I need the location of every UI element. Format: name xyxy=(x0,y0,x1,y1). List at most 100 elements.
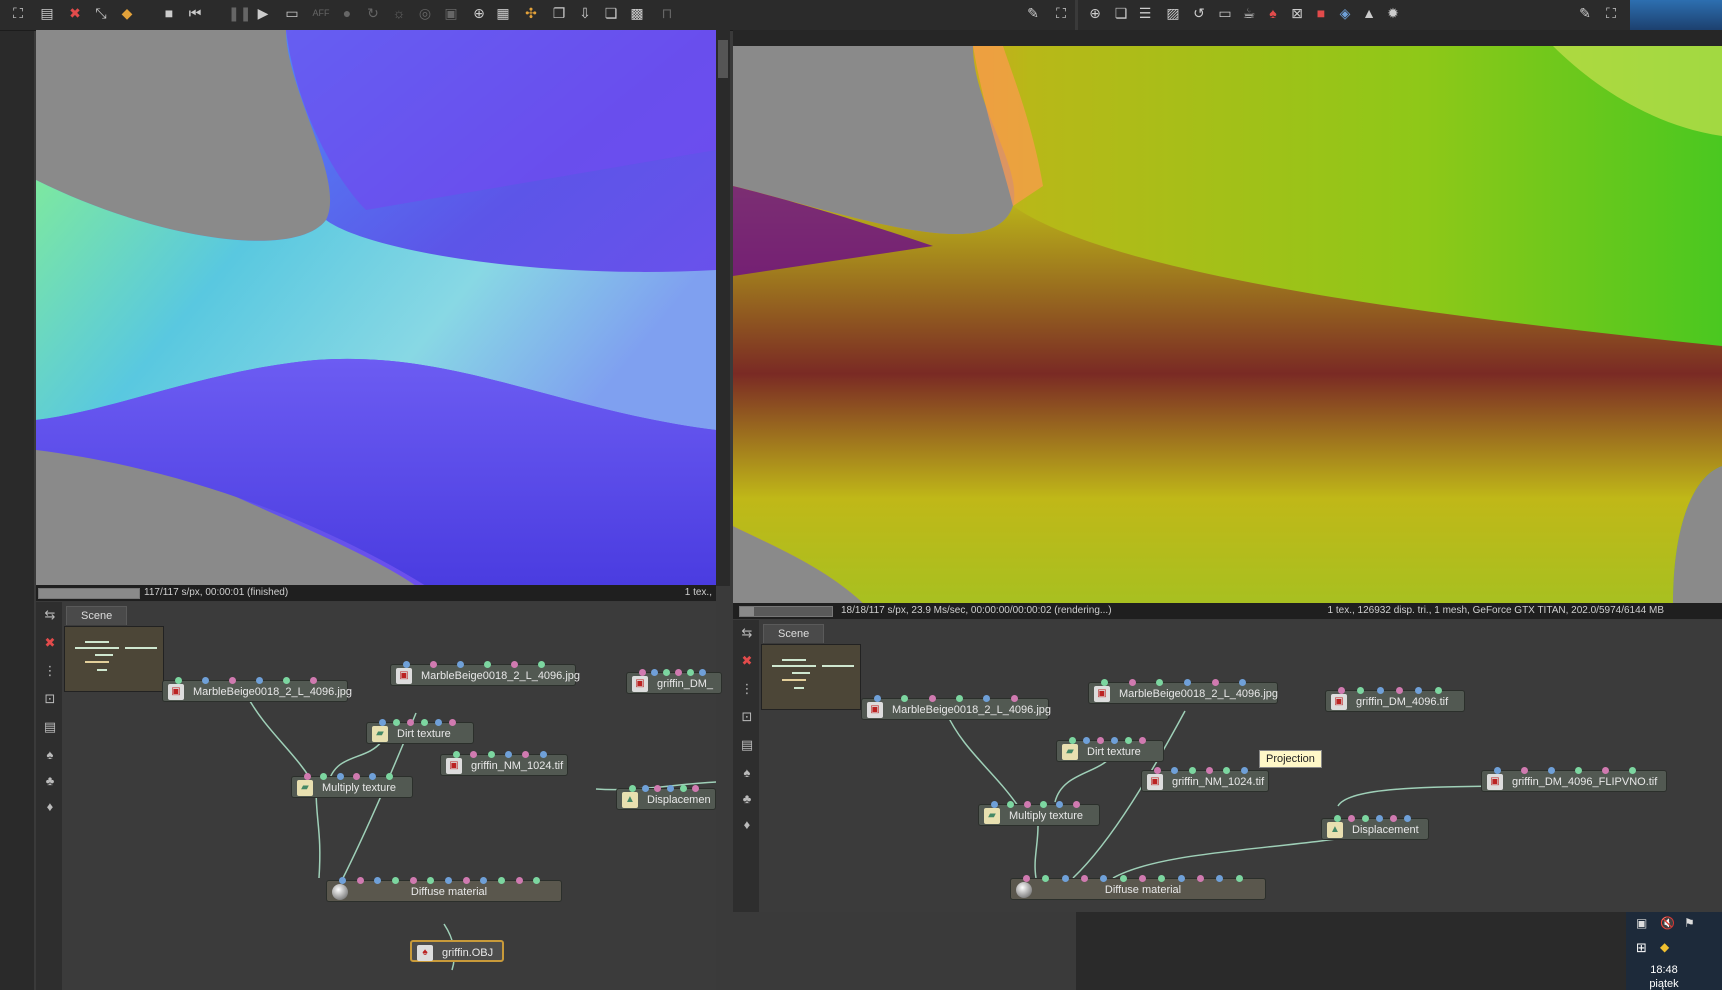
input-pin[interactable] xyxy=(1010,695,1018,702)
node-griffin-obj[interactable]: ♠ griffin.OBJ xyxy=(410,940,504,962)
input-pin[interactable] xyxy=(470,751,478,758)
node-marble-texture-2[interactable]: ▣ MarbleBeige0018_2_L_4096.jpg xyxy=(390,661,580,686)
input-pin[interactable] xyxy=(539,751,547,758)
input-pin[interactable] xyxy=(385,773,393,780)
input-pin[interactable] xyxy=(449,719,456,726)
left-viewport-scrollbar[interactable] xyxy=(716,30,730,586)
image-icon[interactable]: ▨ xyxy=(1164,4,1182,22)
input-pin[interactable] xyxy=(484,661,491,668)
input-pin[interactable] xyxy=(1184,679,1191,686)
node-diffuse-material[interactable]: Diffuse material xyxy=(1010,875,1266,900)
input-pin[interactable] xyxy=(928,695,936,702)
left-graph-editor[interactable]: ⇆ ✖ ⋮ ⊡ ▤ ♠ ♣ ♦ Scene ▣ MarbleBeige0018_… xyxy=(36,602,722,990)
input-pin[interactable] xyxy=(480,877,488,884)
input-pin[interactable] xyxy=(445,877,452,884)
input-pin[interactable] xyxy=(699,669,706,676)
input-pin[interactable] xyxy=(1239,679,1247,686)
input-pin[interactable] xyxy=(515,877,523,884)
region-icon[interactable]: ▦ xyxy=(494,4,512,22)
record-icon[interactable]: ■ xyxy=(1312,4,1330,22)
flag-icon[interactable]: ⚑ xyxy=(1684,916,1695,930)
input-pin[interactable] xyxy=(374,877,382,884)
input-pin[interactable] xyxy=(983,695,991,702)
input-pin[interactable] xyxy=(393,719,400,726)
picker-icon[interactable]: ✣ xyxy=(522,4,540,22)
zoom-icon[interactable]: ⊕ xyxy=(1086,4,1104,22)
input-pin[interactable] xyxy=(403,661,410,668)
input-pin[interactable] xyxy=(1139,875,1146,882)
input-pin[interactable] xyxy=(353,773,360,780)
input-pin[interactable] xyxy=(1101,679,1108,686)
input-pin[interactable] xyxy=(1415,687,1423,694)
input-pin[interactable] xyxy=(427,877,435,884)
node-multiply-texture[interactable]: ▰ Multiply texture xyxy=(978,801,1100,826)
input-pin[interactable] xyxy=(304,773,311,780)
input-pin[interactable] xyxy=(1434,687,1442,694)
input-pin[interactable] xyxy=(1139,737,1146,744)
input-pin[interactable] xyxy=(310,677,317,684)
aff-icon[interactable]: AFF xyxy=(312,4,330,22)
wrench-icon[interactable]: ✎ xyxy=(1576,4,1594,22)
left-viewport[interactable] xyxy=(36,30,716,586)
history-icon[interactable]: ↺ xyxy=(1190,4,1208,22)
node-griffin-nm[interactable]: ▣ griffin_NM_1024.tif xyxy=(1141,767,1269,792)
input-pin[interactable] xyxy=(675,669,682,676)
input-pin[interactable] xyxy=(462,877,470,884)
input-pin[interactable] xyxy=(692,785,700,792)
input-pin[interactable] xyxy=(1100,875,1108,882)
input-pin[interactable] xyxy=(1042,875,1050,882)
input-pin[interactable] xyxy=(654,785,662,792)
input-pin[interactable] xyxy=(1111,737,1118,744)
network-icon[interactable]: ▣ xyxy=(1636,916,1647,930)
language-icon[interactable]: ◆ xyxy=(1660,940,1669,954)
input-pin[interactable] xyxy=(1158,875,1166,882)
node-griffin-flipvno[interactable]: ▣ griffin_DM_4096_FLIPVNO.tif xyxy=(1481,767,1667,792)
input-pin[interactable] xyxy=(409,877,417,884)
input-pin[interactable] xyxy=(663,669,670,676)
play-icon[interactable]: ▶ xyxy=(254,4,272,22)
node-marble-texture-1[interactable]: ▣ MarbleBeige0018_2_L_4096.jpg xyxy=(861,695,1051,720)
input-pin[interactable] xyxy=(1125,737,1132,744)
input-pin[interactable] xyxy=(667,785,674,792)
input-pin[interactable] xyxy=(1390,815,1397,822)
input-pin[interactable] xyxy=(336,773,344,780)
input-pin[interactable] xyxy=(991,801,998,808)
input-pin[interactable] xyxy=(1056,801,1064,808)
zoom-icon[interactable]: ⊕ xyxy=(470,4,488,22)
input-pin[interactable] xyxy=(1216,875,1224,882)
screen-icon[interactable]: ▭ xyxy=(283,4,301,22)
input-pin[interactable] xyxy=(392,877,399,884)
input-pin[interactable] xyxy=(487,751,495,758)
rewind-icon[interactable]: ⏮ xyxy=(186,4,204,22)
input-pin[interactable] xyxy=(1188,767,1196,774)
input-pin[interactable] xyxy=(369,773,377,780)
windows-icon[interactable]: ⊞ xyxy=(1636,940,1647,956)
input-pin[interactable] xyxy=(229,677,236,684)
input-pin[interactable] xyxy=(1023,801,1031,808)
input-pin[interactable] xyxy=(1072,801,1080,808)
input-pin[interactable] xyxy=(1575,767,1582,774)
export-icon[interactable]: ⇩ xyxy=(576,4,594,22)
input-pin[interactable] xyxy=(1376,815,1383,822)
input-pin[interactable] xyxy=(498,877,505,884)
input-pin[interactable] xyxy=(356,877,364,884)
input-pin[interactable] xyxy=(1629,767,1636,774)
pause-icon[interactable]: ❚❚ xyxy=(228,4,251,22)
input-pin[interactable] xyxy=(421,719,428,726)
input-pin[interactable] xyxy=(1023,875,1030,882)
input-pin[interactable] xyxy=(1171,767,1179,774)
node-displacement[interactable]: ▲ Displacemen xyxy=(616,785,716,810)
input-pin[interactable] xyxy=(651,669,658,676)
transform-icon[interactable]: ⤡ xyxy=(92,4,110,22)
input-pin[interactable] xyxy=(505,751,512,758)
input-pin[interactable] xyxy=(1119,875,1127,882)
light-icon[interactable]: ☼ xyxy=(390,4,408,22)
input-pin[interactable] xyxy=(1548,767,1555,774)
node-griffin-dm[interactable]: ▣ griffin_DM_ xyxy=(626,669,722,694)
input-pin[interactable] xyxy=(1396,687,1403,694)
input-pin[interactable] xyxy=(1211,679,1219,686)
input-pin[interactable] xyxy=(1069,737,1076,744)
input-pin[interactable] xyxy=(1404,815,1411,822)
input-pin[interactable] xyxy=(1007,801,1015,808)
input-pin[interactable] xyxy=(1097,737,1104,744)
